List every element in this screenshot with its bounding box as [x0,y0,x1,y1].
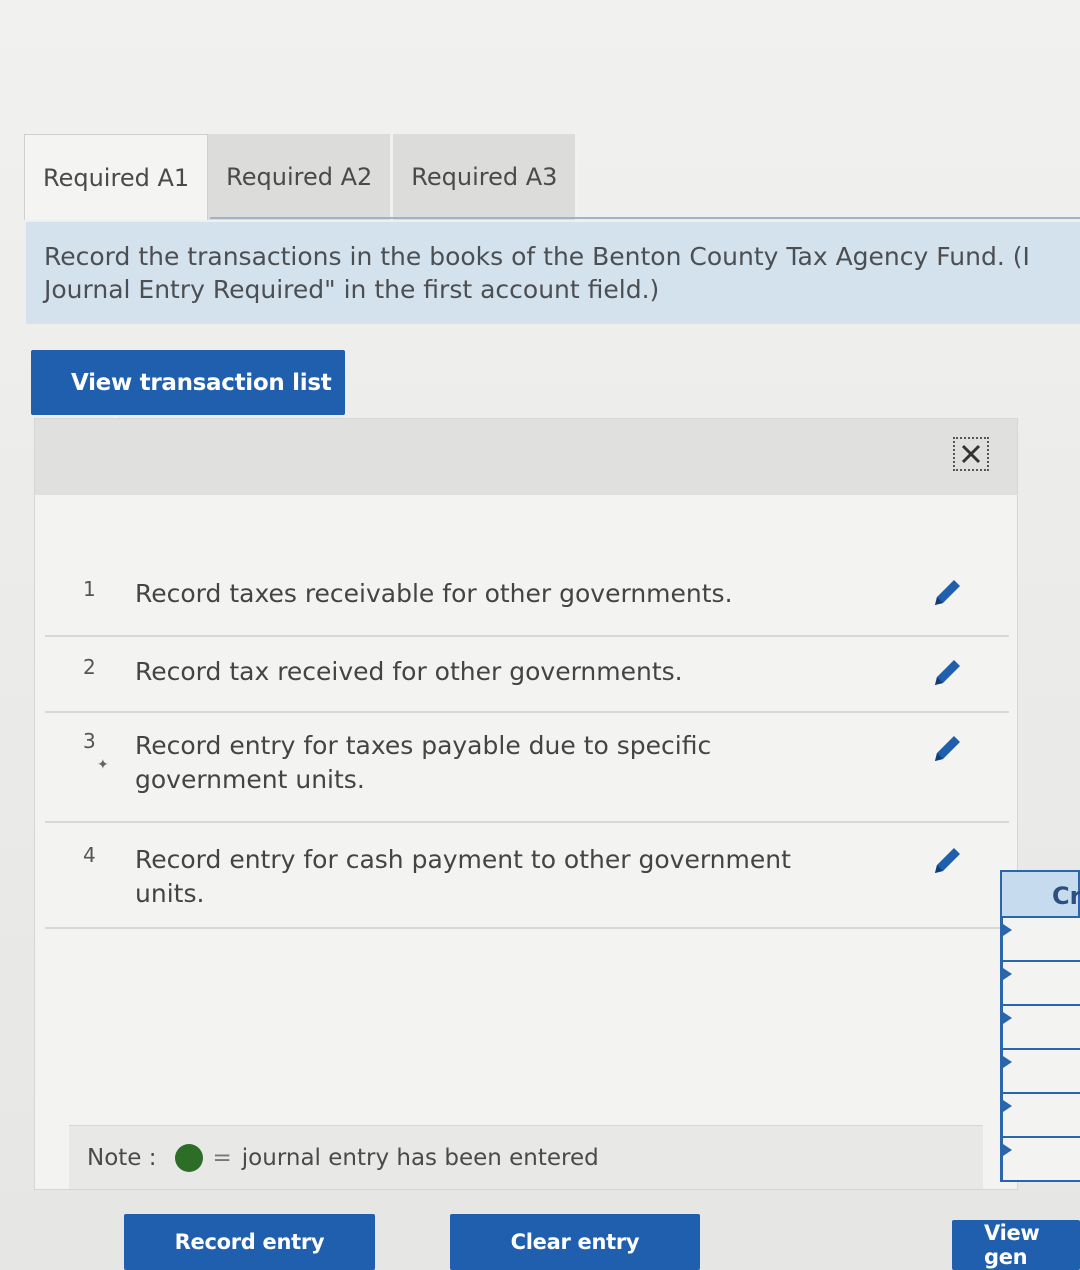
description-line: Record entry for cash payment to other g… [135,845,791,874]
journal-grid-row[interactable] [1000,1050,1080,1094]
pencil-icon[interactable] [929,655,965,691]
transaction-number: 3 [83,729,96,753]
equals-sign: = [212,1144,232,1171]
pencil-icon[interactable] [929,843,965,879]
tab-required-a1[interactable]: Required A1 [24,134,209,220]
journal-grid-row[interactable] [1000,1094,1080,1138]
view-transaction-list-button[interactable]: View transaction list [31,350,345,425]
credit-column-header: Cr [1000,870,1080,918]
transaction-description: Record taxes receivable for other govern… [135,579,733,608]
transaction-description: Record entry for cash payment to other g… [91,843,811,927]
note-text: journal entry has been entered [241,1144,599,1171]
transaction-number: 4 [83,843,96,867]
journal-grid-row[interactable] [1000,1006,1080,1050]
transaction-description: Record tax received for other government… [135,657,683,686]
transaction-row-4[interactable]: 4 Record entry for cash payment to other… [45,823,1009,929]
instruction-line-1: Record the transactions in the books of … [44,242,1030,271]
pencil-icon[interactable] [929,731,965,767]
transaction-row-2[interactable]: 2 Record tax received for other governme… [45,637,1009,713]
transaction-row-3[interactable]: 3 ✦ Record entry for taxes payable due t… [45,713,1009,823]
view-general-journal-button[interactable]: View gen [952,1220,1080,1270]
transaction-description: Record entry for taxes payable due to sp… [91,729,811,821]
journal-grid-row[interactable] [1000,918,1080,962]
entered-dot-icon [174,1143,203,1172]
instruction-line-2: Journal Entry Required" in the first acc… [44,275,660,304]
instruction-box: Record the transactions in the books of … [26,222,1080,324]
tab-divider [210,217,1080,219]
journal-grid-peek: Cr [1000,870,1080,1190]
pencil-icon[interactable] [929,575,965,611]
transaction-number: 1 [83,577,96,601]
journal-grid-row[interactable] [1000,1138,1080,1182]
transaction-number: 2 [83,655,96,679]
transaction-list-panel: 1 Record taxes receivable for other gove… [34,418,1018,1190]
record-entry-button[interactable]: Record entry [124,1214,375,1270]
note-label: Note : [87,1144,157,1171]
tab-required-a2[interactable]: Required A2 [208,134,394,220]
tab-bar: Required A1 Required A2 Required A3 [24,134,579,220]
close-icon[interactable] [953,437,989,471]
panel-header [35,419,1017,495]
screen: Required A1 Required A2 Required A3 Reco… [0,0,1080,1270]
journal-grid-row[interactable] [1000,962,1080,1006]
clear-entry-button[interactable]: Clear entry [450,1214,700,1270]
transaction-row-1[interactable]: 1 Record taxes receivable for other gove… [45,559,1009,637]
description-line: units. [135,879,205,908]
description-line: government units. [135,765,365,794]
description-line: Record entry for taxes payable due to sp… [135,731,712,760]
tab-required-a3[interactable]: Required A3 [393,134,579,220]
marker-icon: ✦ [97,757,109,773]
legend-note: Note : = journal entry has been entered [69,1125,983,1189]
transaction-list: 1 Record taxes receivable for other gove… [45,559,1009,929]
